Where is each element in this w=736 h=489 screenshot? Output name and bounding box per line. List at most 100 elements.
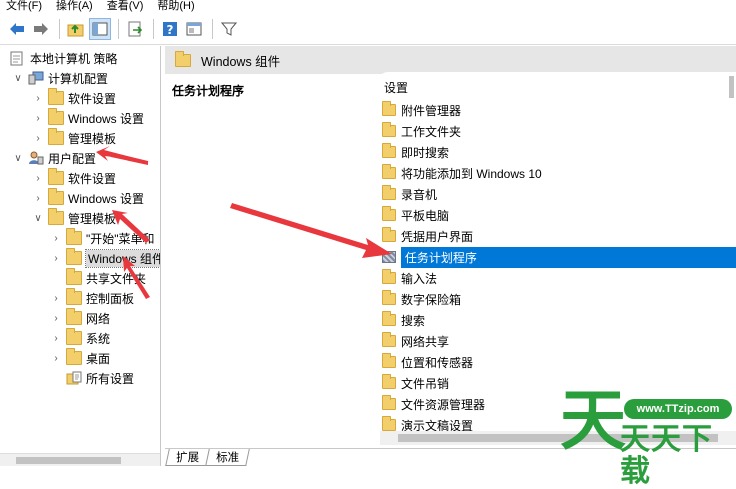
settings-list-item[interactable]: 网络共享 [380,331,736,351]
folder-icon [382,164,396,179]
tree-label: 软件设置 [68,91,117,106]
tree-label: Windows 设置 [68,191,145,206]
tree-item-cc-windows[interactable]: › Windows 设置 [32,108,144,128]
export-list-icon[interactable] [124,18,146,40]
tree-item-system[interactable]: › 系统 [50,328,110,348]
settings-list-item-label: 平板电脑 [401,208,450,223]
forward-arrow-icon[interactable] [30,18,52,40]
tree-item-shared-folders[interactable]: 共享文件夹 [62,268,146,288]
settings-list-item-label: 搜索 [401,313,426,328]
help-icon[interactable]: ? [159,18,181,40]
settings-list-item-label: 文件资源管理器 [401,397,486,412]
tree-label: 管理模板 [68,211,117,226]
folder-icon [382,311,396,326]
up-folder-icon[interactable] [65,18,87,40]
folder-icon [66,308,82,325]
scrollbar-thumb[interactable] [729,76,734,98]
tree-item-network[interactable]: › 网络 [50,308,110,328]
settings-list-item[interactable]: 搜索 [380,310,736,330]
folder-icon [48,208,64,225]
menu-file[interactable]: 文件(F) [0,0,50,13]
tree-item-start-menu[interactable]: › "开始"菜单和 [50,228,155,248]
filter-icon[interactable] [218,18,240,40]
tree-item-desktop[interactable]: › 桌面 [50,348,110,368]
settings-list-item[interactable]: 数字保险箱 [380,289,736,309]
settings-list-item[interactable]: 即时搜索 [380,142,736,162]
description-title: 任务计划程序 [172,84,245,98]
settings-list-item-label: 即时搜索 [401,145,450,160]
menu-view[interactable]: 查看(V) [101,0,152,13]
settings-list-item-label: 工作文件夹 [401,124,462,139]
properties-icon[interactable] [183,18,205,40]
folder-icon [48,108,64,125]
folder-icon [382,269,396,284]
tree-label: Windows 组件 [84,248,160,268]
chevron-down-icon[interactable]: ∨ [32,208,44,228]
chevron-right-icon[interactable]: › [50,288,62,308]
tree-label: 系统 [86,331,111,346]
chevron-down-icon[interactable]: ∨ [12,68,24,88]
toolbar-separator [212,18,213,39]
chevron-right-icon[interactable]: › [50,308,62,328]
menu-help[interactable]: 帮助(H) [151,0,202,13]
tree-item-root[interactable]: 本地计算机 策略 [4,48,117,68]
settings-list-item[interactable]: 输入法 [380,268,736,288]
svg-text:?: ? [167,23,174,37]
settings-list-item[interactable]: 将功能添加到 Windows 10 [380,163,736,183]
chevron-right-icon[interactable]: › [50,228,62,248]
menu-action[interactable]: 操作(A) [50,0,101,13]
settings-list-item[interactable]: 位置和传感器 [380,352,736,372]
tree-label: 控制面板 [86,291,135,306]
tab-extended[interactable]: 扩展 [165,449,210,466]
tree-item-control-panel[interactable]: › 控制面板 [50,288,134,308]
settings-list-item[interactable]: 录音机 [380,184,736,204]
folder-icon [382,290,396,305]
folder-icon [48,128,64,145]
tree-item-cc-software[interactable]: › 软件设置 [32,88,116,108]
chevron-right-icon[interactable]: › [32,88,44,108]
chevron-right-icon[interactable]: › [32,168,44,188]
tree-item-uc-software[interactable]: › 软件设置 [32,168,116,188]
settings-list-item[interactable]: 平板电脑 [380,205,736,225]
tab-label: 标准 [216,452,240,464]
tree-label: 本地计算机 策略 [30,51,118,66]
tree-label: 用户配置 [48,151,97,166]
tab-standard[interactable]: 标准 [205,449,250,466]
all-settings-icon [66,371,82,385]
settings-list-item[interactable]: 附件管理器 [380,100,736,120]
tree-item-cc-admin[interactable]: › 管理模板 [32,128,116,148]
folder-icon [382,206,396,221]
tree-item-uc-admin[interactable]: ∨ 管理模板 [32,208,116,228]
back-arrow-icon[interactable] [6,18,28,40]
folder-icon [382,227,396,242]
tree-item-windows-components[interactable]: › Windows 组件 [50,248,160,268]
settings-list-item[interactable]: 任务计划程序 [380,246,736,268]
tree-item-user-config[interactable]: ∨ 用户配置 [12,148,96,168]
policy-document-icon [10,51,26,66]
chevron-right-icon[interactable]: › [32,108,44,128]
folder-icon [48,88,64,105]
chevron-down-icon[interactable]: ∨ [12,148,24,168]
chevron-right-icon[interactable]: › [50,248,62,268]
tree-item-computer-config[interactable]: ∨ 计算机配置 [12,68,108,88]
show-hide-tree-icon[interactable] [89,17,111,40]
tree-label: 共享文件夹 [86,271,147,286]
tab-label: 扩展 [176,452,200,464]
watermark-name: 天天下载 [620,422,713,489]
tree-label: Windows 设置 [68,111,145,126]
tree-item-all-settings[interactable]: 所有设置 [62,368,134,388]
scrollbar-thumb[interactable] [16,457,121,464]
chevron-right-icon[interactable]: › [32,188,44,208]
settings-list-item[interactable]: 工作文件夹 [380,121,736,141]
site-watermark: 天 www.TTzip.com 天天下载 [554,386,736,488]
chevron-right-icon[interactable]: › [50,328,62,348]
tree-item-uc-windows[interactable]: › Windows 设置 [32,188,144,208]
chevron-right-icon[interactable]: › [32,128,44,148]
details-header: Windows 组件 [165,46,736,74]
settings-list-item[interactable]: 凭据用户界面 [380,226,736,246]
column-header-settings[interactable]: 设置 [378,72,736,102]
tree-label: 管理模板 [68,131,117,146]
chevron-right-icon[interactable]: › [50,348,62,368]
folder-icon [382,332,396,347]
tree-horizontal-scrollbar[interactable] [0,453,160,466]
